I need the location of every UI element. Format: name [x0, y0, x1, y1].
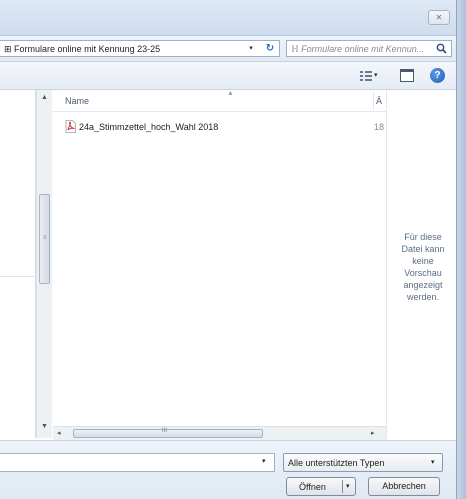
scroll-left-icon[interactable]: ◂	[57, 429, 61, 437]
view-options-icon[interactable]	[360, 70, 372, 82]
chevron-down-icon[interactable]: ▾	[374, 71, 378, 79]
scroll-thumb[interactable]: III	[73, 428, 263, 438]
chevron-down-icon: ▾	[431, 459, 435, 466]
scroll-thumb[interactable]: ≡	[39, 194, 50, 284]
chevron-down-icon[interactable]: ▾	[244, 42, 258, 56]
breadcrumb-path: ⊞ Formulare online mit Kennung 23-25	[4, 44, 161, 54]
refresh-icon[interactable]: ↻	[262, 42, 278, 56]
sort-arrow-icon: ▲	[227, 90, 234, 97]
cancel-button[interactable]: Abbrechen	[368, 477, 440, 496]
button-divider	[342, 480, 343, 493]
window-edge	[456, 0, 466, 499]
search-icon[interactable]	[436, 43, 447, 54]
open-button-label: Öffnen	[299, 482, 326, 492]
breadcrumb[interactable]: ⊞ Formulare online mit Kennung 23-25 ▾ ↻	[0, 40, 280, 57]
close-icon: ✕	[435, 13, 443, 22]
pdf-icon	[65, 120, 76, 133]
preview-pane: Für diese Datei kann keine Vorschau ange…	[386, 90, 456, 440]
filename-field[interactable]: ▾	[0, 453, 275, 472]
preview-pane-icon[interactable]	[400, 69, 414, 82]
grip-icon: III	[162, 428, 168, 434]
column-divider[interactable]	[373, 92, 374, 110]
file-type-select[interactable]: Alle unterstützten Typen ▾	[283, 453, 443, 472]
column-modified[interactable]: Ä	[376, 96, 382, 106]
title-bar: ✕	[0, 0, 456, 36]
nav-divider	[0, 276, 36, 277]
nav-scrollbar[interactable]: ▲ ≡ ▼	[36, 90, 52, 438]
chevron-down-icon[interactable]: ▾	[346, 482, 350, 490]
help-icon[interactable]: ?	[430, 68, 445, 83]
grip-icon: ≡	[43, 235, 47, 241]
file-date: 18	[374, 122, 385, 132]
horizontal-scrollbar[interactable]: ◂ III ▸	[53, 426, 386, 440]
scroll-up-icon[interactable]: ▲	[41, 94, 48, 101]
file-list[interactable]: Name ▲ Ä 24a_Stimmzettel_hoch_Wahl 2018 …	[53, 90, 386, 426]
navigation-pane[interactable]	[0, 90, 36, 438]
column-name[interactable]: Name	[65, 96, 89, 106]
dialog-footer: ▾ Alle unterstützten Typen ▾ Öffnen ▾ Ab…	[0, 440, 456, 499]
close-button[interactable]: ✕	[428, 10, 450, 25]
column-header: Name ▲ Ä	[53, 90, 386, 112]
scroll-down-icon[interactable]: ▼	[41, 423, 48, 430]
chevron-down-icon[interactable]: ▾	[262, 457, 266, 465]
list-item[interactable]: 24a_Stimmzettel_hoch_Wahl 2018 18	[65, 119, 385, 135]
open-button[interactable]: Öffnen ▾	[286, 477, 356, 496]
address-bar: ⊞ Formulare online mit Kennung 23-25 ▾ ↻…	[0, 36, 456, 62]
scroll-right-icon[interactable]: ▸	[371, 429, 375, 437]
file-type-value: Alle unterstützten Typen	[288, 458, 385, 468]
file-name: 24a_Stimmzettel_hoch_Wahl 2018	[79, 122, 219, 132]
search-placeholder: ℍ Formulare online mit Kennun...	[291, 44, 425, 54]
search-input[interactable]: ℍ Formulare online mit Kennun...	[286, 40, 452, 57]
preview-message: Für diese Datei kann keine Vorschau ange…	[401, 232, 445, 302]
toolbar: ▾ ?	[0, 62, 456, 90]
